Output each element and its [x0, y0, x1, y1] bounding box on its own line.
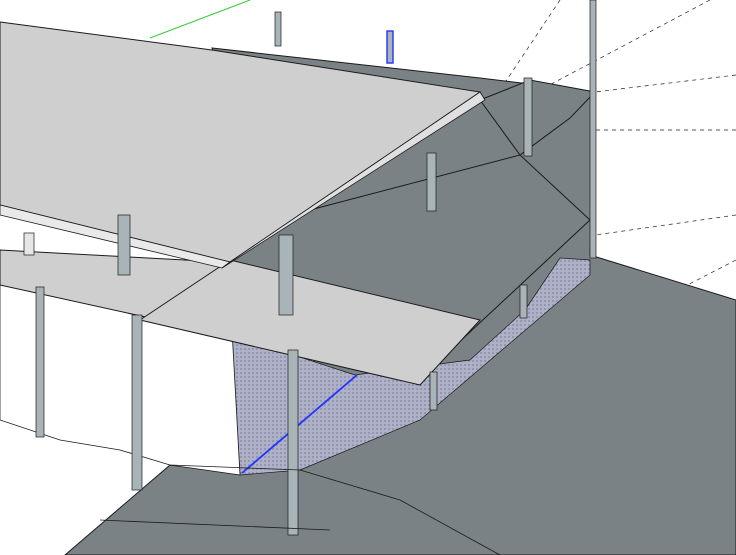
post-top-small[interactable]	[274, 11, 282, 47]
post-tall-right[interactable]	[589, 0, 597, 259]
post-selected-blue[interactable]	[386, 30, 394, 64]
sketchup-3d-viewport[interactable]	[0, 0, 736, 555]
model-scene[interactable]	[0, 0, 736, 555]
